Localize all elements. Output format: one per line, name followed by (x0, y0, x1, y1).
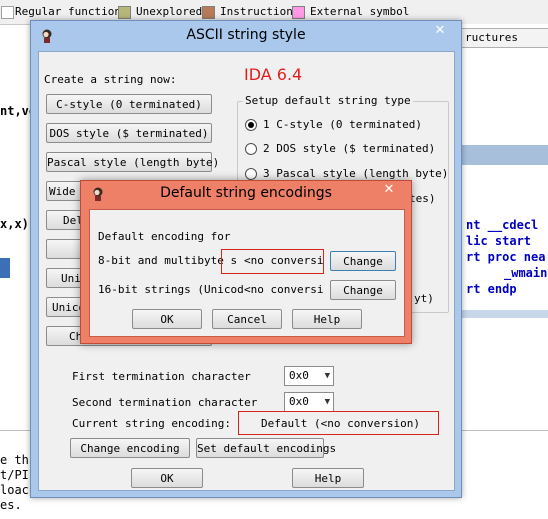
first-termination-value: 0x0 (289, 369, 309, 382)
ok-button[interactable]: OK (131, 468, 203, 488)
popup-help-button[interactable]: Help (292, 309, 362, 329)
popup-title: Default string encodings (160, 185, 332, 201)
default-string-encodings-dialog: Default string encodings ✕ Default encod… (80, 180, 412, 344)
left-pane: nt,vo x,x) (0, 40, 36, 430)
chevron-down-icon: ▼ (324, 397, 330, 407)
tab-structures-label: ructures (465, 31, 518, 44)
popup-ok-button[interactable]: OK (132, 309, 202, 329)
disassembly-highlight (458, 145, 548, 165)
eight-bit-label: 8-bit and multibyte s (98, 254, 238, 267)
first-termination-label: First termination character (72, 370, 251, 383)
sixteen-bit-value: <no conversi (244, 283, 324, 296)
popup-client-area: Default encoding for 8-bit and multibyte… (89, 209, 405, 337)
asm-line: lic start (466, 234, 532, 248)
radio-c-style-label: 1 C-style (0 terminated) (263, 118, 422, 131)
sixteen-bit-label: 16-bit strings (Unicod (98, 283, 244, 296)
pascal-style-button[interactable]: Pascal style (length byte) (46, 152, 219, 172)
dialog-title-bar[interactable]: ASCII string style ✕ (31, 21, 461, 51)
radio-dos-style[interactable] (245, 143, 257, 155)
change-encoding-button[interactable]: Change encoding (70, 438, 190, 458)
asm-line: _wmain (504, 266, 548, 280)
legend-regular-function: Regular function (15, 5, 121, 18)
sixteen-bit-change-button[interactable]: Change (330, 280, 396, 300)
dialog-title: ASCII string style (186, 27, 306, 43)
radio-unicode-pascal-label: yt) (414, 292, 434, 305)
instruction-swatch (202, 6, 215, 19)
second-termination-label: Second termination character (72, 396, 258, 409)
popup-cancel-button[interactable]: Cancel (212, 309, 282, 329)
set-default-encodings-button[interactable]: Set default encodings (196, 438, 336, 458)
current-encoding-value: Default (<no conversion) (261, 417, 420, 430)
first-termination-select[interactable]: 0x0 ▼ (284, 366, 334, 386)
radio-pascal-style-label: 3 Pascal style (length byte) (263, 167, 449, 180)
legend-instruction: Instruction (220, 5, 293, 18)
legend-unexplored: Unexplored (136, 5, 203, 18)
radio-wide-pascal-label: tes) (409, 192, 436, 205)
left-fragment: x,x) (0, 217, 29, 231)
asm-line: rt endp (466, 282, 517, 296)
output-line: loac (0, 483, 29, 497)
close-icon[interactable]: ✕ (375, 181, 403, 199)
second-termination-select[interactable]: 0x0 ▼ (284, 392, 334, 412)
ida-version-label: IDA 6.4 (244, 65, 303, 84)
regular-function-swatch (1, 6, 14, 19)
radio-pascal-style[interactable] (245, 168, 257, 180)
left-selection-strip (0, 258, 10, 278)
setup-default-label: Setup default string type (243, 94, 413, 107)
create-string-label: Create a string now: (44, 73, 177, 86)
output-line: e th (0, 453, 29, 467)
output-line: es. (0, 498, 22, 512)
default-encoding-for-label: Default encoding for (98, 230, 231, 243)
legend-external-symbol: External symbol (310, 5, 410, 18)
disassembly-highlight-2 (458, 310, 548, 318)
disassembly-pane (458, 24, 548, 400)
dos-style-button[interactable]: DOS style ($ terminated) (46, 123, 212, 143)
output-line: t/PI (0, 468, 29, 482)
external-symbol-swatch (292, 6, 305, 19)
help-button[interactable]: Help (292, 468, 364, 488)
asm-line: nt __cdecl (466, 218, 539, 232)
chevron-down-icon: ▼ (324, 371, 330, 381)
tab-structures[interactable]: ructures (458, 28, 548, 48)
eight-bit-value: <no conversi (244, 254, 324, 267)
close-icon[interactable]: ✕ (426, 22, 454, 40)
eight-bit-change-button[interactable]: Change (330, 251, 396, 271)
current-encoding-label: Current string encoding: (72, 417, 231, 430)
radio-dos-style-label: 2 DOS style ($ terminated) (263, 142, 436, 155)
radio-c-style[interactable] (245, 119, 257, 131)
unexplored-swatch (118, 6, 131, 19)
second-termination-value: 0x0 (289, 395, 309, 408)
asm-line: rt proc nea (466, 250, 546, 264)
c-style-button[interactable]: C-style (0 terminated) (46, 94, 212, 114)
